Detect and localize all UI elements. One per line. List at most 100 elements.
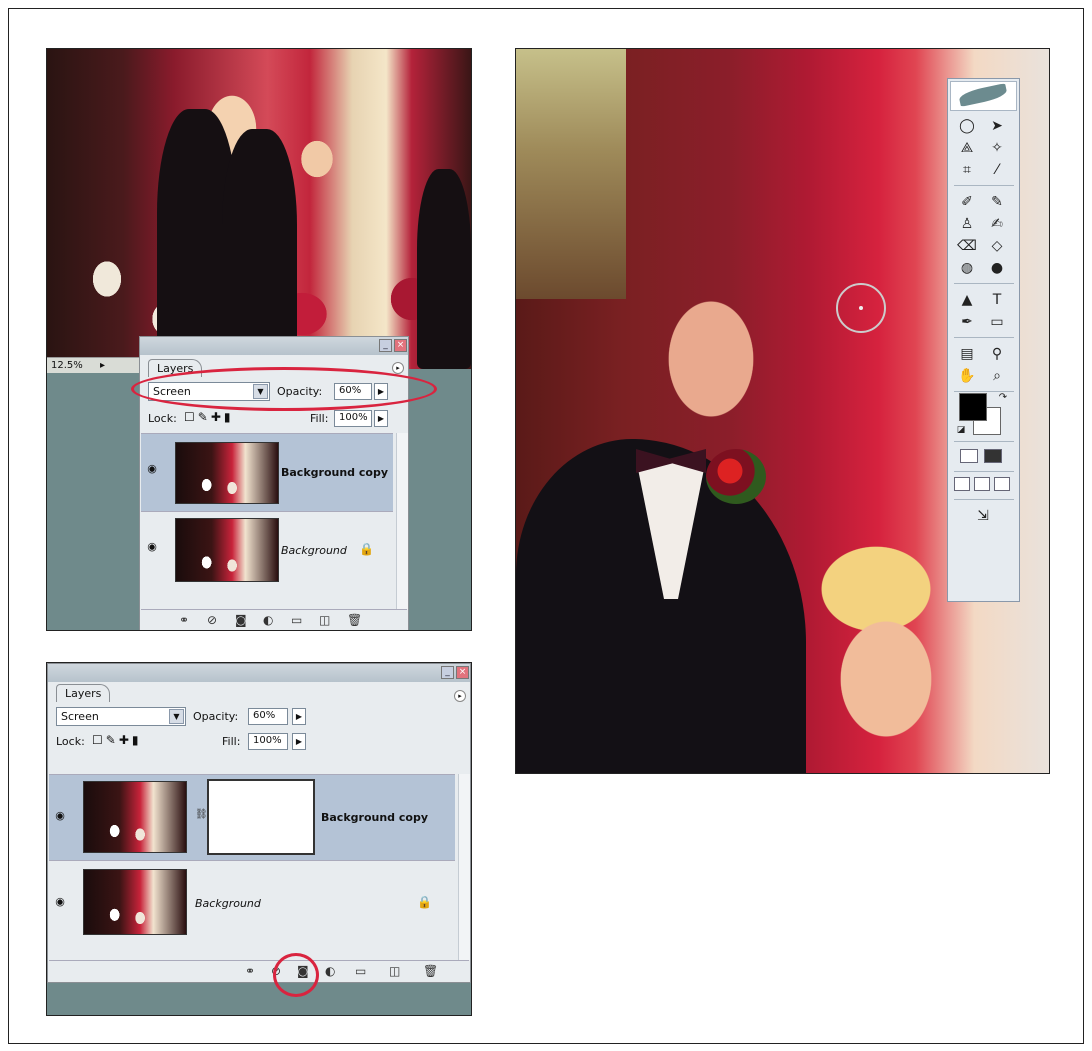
eraser-tool-icon[interactable]: ⌫ bbox=[954, 237, 980, 255]
scrollbar[interactable] bbox=[458, 774, 470, 960]
layer-style-icon[interactable]: ⊘ bbox=[207, 613, 217, 627]
layer-name[interactable]: Background copy bbox=[281, 466, 388, 479]
eye-icon[interactable]: ◉ bbox=[145, 462, 159, 475]
notes-tool-icon[interactable]: ▤ bbox=[954, 345, 980, 363]
brush-tool-icon[interactable]: ✎ bbox=[984, 193, 1010, 211]
screenshot-opacity-highlight: 12.5% ▸ _ × Layers ▸ Screen ▼ Opacity: 60… bbox=[46, 48, 472, 631]
healing-brush-tool-icon[interactable]: ✐ bbox=[954, 193, 980, 211]
tools-palette: ◯ ➤ ⟁ ✧ ⌗ ⁄ ✐ ✎ ♙ ✍ ⌫ ◇ ◍ ● ▲ T ✒ ▭ ▤ ⚲ … bbox=[947, 78, 1020, 602]
rectangle-tool-icon[interactable]: ▭ bbox=[984, 313, 1010, 331]
paint-bucket-tool-icon[interactable]: ◇ bbox=[984, 237, 1010, 255]
link-icon[interactable]: ⚭ bbox=[245, 964, 255, 978]
lock-icon: 🔒 bbox=[417, 895, 432, 909]
layers-bottom-bar: ⚭ ⊘ ◙ ◐ ▭ ◫ 🗑 bbox=[49, 960, 469, 982]
polygonal-lasso-tool-icon[interactable]: ⟁ bbox=[954, 139, 980, 157]
layer-name[interactable]: Background bbox=[195, 897, 261, 910]
type-tool-icon[interactable]: T bbox=[984, 291, 1010, 309]
blur-tool-icon[interactable]: ◍ bbox=[954, 259, 980, 277]
framed-picture bbox=[516, 49, 626, 299]
new-layer-icon[interactable]: ◫ bbox=[319, 613, 330, 627]
new-group-icon[interactable]: ▭ bbox=[291, 613, 302, 627]
blend-mode-select[interactable]: Screen ▼ bbox=[56, 707, 186, 726]
layer-thumbnail bbox=[175, 442, 279, 504]
clone-stamp-tool-icon[interactable]: ♙ bbox=[954, 215, 980, 233]
fill-label: Fill: bbox=[222, 735, 241, 748]
scrollbar[interactable] bbox=[396, 433, 408, 609]
fill-slider-button[interactable]: ▶ bbox=[374, 410, 388, 427]
palette-menu-button[interactable]: ▸ bbox=[454, 690, 466, 702]
layer-thumbnail bbox=[83, 781, 187, 853]
mask-link-icon[interactable]: ⛓ bbox=[195, 809, 208, 820]
jump-to-imageready-icon[interactable]: ⇲ bbox=[970, 507, 996, 525]
feather-logo-icon bbox=[958, 83, 1008, 107]
layer-mask-thumbnail[interactable] bbox=[207, 779, 315, 855]
slice-tool-icon[interactable]: ⁄ bbox=[984, 161, 1010, 179]
standard-mode-button[interactable] bbox=[960, 449, 978, 463]
palette-titlebar[interactable] bbox=[48, 664, 470, 682]
layer-row[interactable]: ◉ Background 🔒 bbox=[49, 860, 455, 944]
eye-icon[interactable]: ◉ bbox=[145, 540, 159, 553]
lock-options[interactable]: ☐✎✚▮ bbox=[92, 733, 141, 747]
dodge-tool-icon[interactable]: ● bbox=[984, 259, 1010, 277]
layer-name[interactable]: Background bbox=[281, 544, 347, 557]
layer-row[interactable]: ◉ Background 🔒 bbox=[141, 511, 393, 589]
layer-row[interactable]: ◉ Background copy bbox=[141, 433, 393, 511]
new-group-icon[interactable]: ▭ bbox=[355, 964, 366, 978]
hand-tool-icon[interactable]: ✋ bbox=[954, 367, 980, 385]
fill-input[interactable]: 100% bbox=[334, 410, 372, 427]
opacity-label: Opacity: bbox=[193, 710, 239, 723]
screen-mode-full-menu-button[interactable] bbox=[974, 477, 990, 491]
adjustment-layer-icon[interactable]: ◐ bbox=[325, 964, 335, 978]
brush-cursor bbox=[836, 283, 886, 333]
trash-icon[interactable]: 🗑 bbox=[347, 613, 362, 627]
swap-colors-icon[interactable]: ↷ bbox=[990, 389, 1016, 407]
trash-icon[interactable]: 🗑 bbox=[423, 964, 438, 978]
tool-separator bbox=[954, 337, 1014, 338]
quick-mask-button[interactable] bbox=[984, 449, 1002, 463]
layers-palette: _ × Layers ▸ Screen ▼ Opacity: 60% ▶ Lock… bbox=[47, 663, 471, 983]
default-colors-icon[interactable]: ◪ bbox=[948, 421, 974, 439]
eyedropper-tool-icon[interactable]: ⚲ bbox=[984, 345, 1010, 363]
crop-tool-icon[interactable]: ⌗ bbox=[954, 161, 980, 179]
foreground-color-swatch[interactable] bbox=[959, 393, 987, 421]
minimize-button[interactable]: _ bbox=[441, 666, 454, 679]
lock-label: Lock: bbox=[56, 735, 85, 748]
new-layer-icon[interactable]: ◫ bbox=[389, 964, 400, 978]
screen-mode-full-button[interactable] bbox=[994, 477, 1010, 491]
palette-titlebar[interactable] bbox=[140, 337, 408, 355]
eye-icon[interactable]: ◉ bbox=[53, 895, 67, 908]
link-icon[interactable]: ⚭ bbox=[179, 613, 189, 627]
minimize-button[interactable]: _ bbox=[379, 339, 392, 352]
magic-wand-tool-icon[interactable]: ✧ bbox=[984, 139, 1010, 157]
fill-slider-button[interactable]: ▶ bbox=[292, 733, 306, 750]
tab-layers[interactable]: Layers bbox=[56, 684, 111, 702]
fill-input[interactable]: 100% bbox=[248, 733, 288, 750]
close-button[interactable]: × bbox=[394, 339, 407, 352]
move-tool-icon[interactable]: ➤ bbox=[984, 117, 1010, 135]
layer-thumbnail bbox=[175, 518, 279, 582]
adjustment-layer-icon[interactable]: ◐ bbox=[263, 613, 273, 627]
eye-icon[interactable]: ◉ bbox=[53, 809, 67, 822]
highlight-circle bbox=[273, 953, 319, 997]
layer-name[interactable]: Background copy bbox=[321, 811, 428, 824]
layers-bottom-bar: ⚭ ⊘ ◙ ◐ ▭ ◫ 🗑 bbox=[141, 609, 407, 630]
palette-menu-button[interactable]: ▸ bbox=[392, 362, 404, 374]
toolbox-header[interactable] bbox=[950, 81, 1017, 111]
buttonhole-flower bbox=[706, 449, 766, 504]
layer-row[interactable]: ◉ ⛓ Background copy bbox=[49, 774, 455, 860]
add-mask-icon[interactable]: ◙ bbox=[235, 613, 247, 627]
pen-tool-icon[interactable]: ✒ bbox=[954, 313, 980, 331]
opacity-slider-button[interactable]: ▶ bbox=[292, 708, 306, 725]
highlight-circle bbox=[131, 367, 437, 411]
elliptical-marquee-tool-icon[interactable]: ◯ bbox=[954, 117, 980, 135]
path-selection-tool-icon[interactable]: ▲ bbox=[954, 291, 980, 309]
close-button[interactable]: × bbox=[456, 666, 469, 679]
lock-options[interactable]: ☐✎✚▮ bbox=[184, 410, 233, 424]
history-brush-tool-icon[interactable]: ✍ bbox=[984, 215, 1010, 233]
opacity-input[interactable]: 60% bbox=[248, 708, 288, 725]
layer-thumbnail bbox=[83, 869, 187, 935]
tool-separator bbox=[954, 441, 1014, 442]
zoom-tool-icon[interactable]: ⌕ bbox=[984, 367, 1010, 385]
tool-separator bbox=[954, 185, 1014, 186]
screen-mode-standard-button[interactable] bbox=[954, 477, 970, 491]
